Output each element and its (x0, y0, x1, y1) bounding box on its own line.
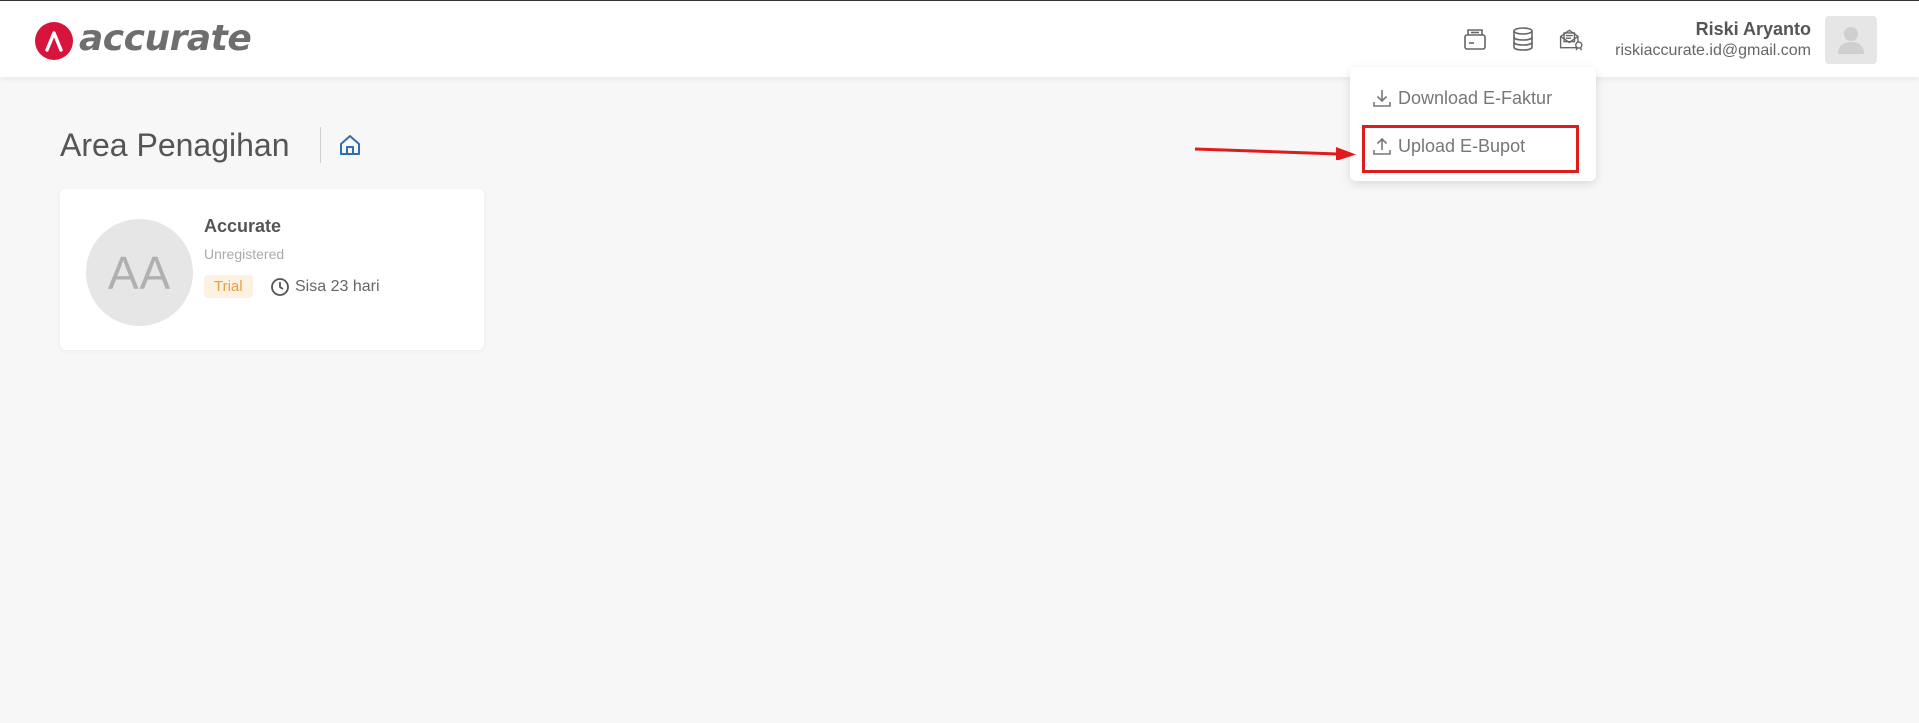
user-info[interactable]: Riski Aryanto riskiaccurate.id@gmail.com (1615, 18, 1811, 62)
accurate-logo[interactable]: accurate (35, 18, 252, 62)
trial-badge: Trial (204, 275, 253, 298)
page-title: Area Penagihan (60, 127, 290, 163)
download-icon (1373, 90, 1391, 107)
title-divider (320, 127, 321, 163)
highlight-annotation-box (1362, 125, 1579, 173)
company-avatar: AA (86, 219, 193, 326)
header-icon-group (1462, 25, 1606, 53)
accurate-logo-icon (35, 22, 73, 60)
e-faktur-icon[interactable] (1462, 25, 1488, 53)
download-e-faktur-label: Download E-Faktur (1398, 87, 1553, 108)
annotation-arrow-icon (1194, 147, 1356, 160)
download-e-faktur-item[interactable]: Download E-Faktur (1372, 83, 1552, 113)
company-card[interactable]: AA Accurate Unregistered Trial Sisa 23 h… (60, 189, 484, 350)
user-avatar[interactable] (1825, 16, 1877, 64)
company-status: Unregistered (204, 246, 285, 262)
database-icon[interactable] (1510, 25, 1536, 53)
remaining-days-label: Sisa 23 hari (295, 278, 380, 295)
top-bar: accurate Riski Aryanto riskiaccurate.id@… (0, 0, 1919, 77)
tax-document-icon[interactable] (1558, 25, 1584, 53)
user-email: riskiaccurate.id@gmail.com (1615, 42, 1811, 59)
remaining-days: Sisa 23 hari (270, 277, 380, 297)
user-name: Riski Aryanto (1695, 19, 1811, 39)
home-icon[interactable] (338, 133, 362, 161)
clock-icon (271, 278, 289, 296)
company-name: Accurate (204, 216, 282, 236)
logo-text: accurate (79, 18, 252, 59)
